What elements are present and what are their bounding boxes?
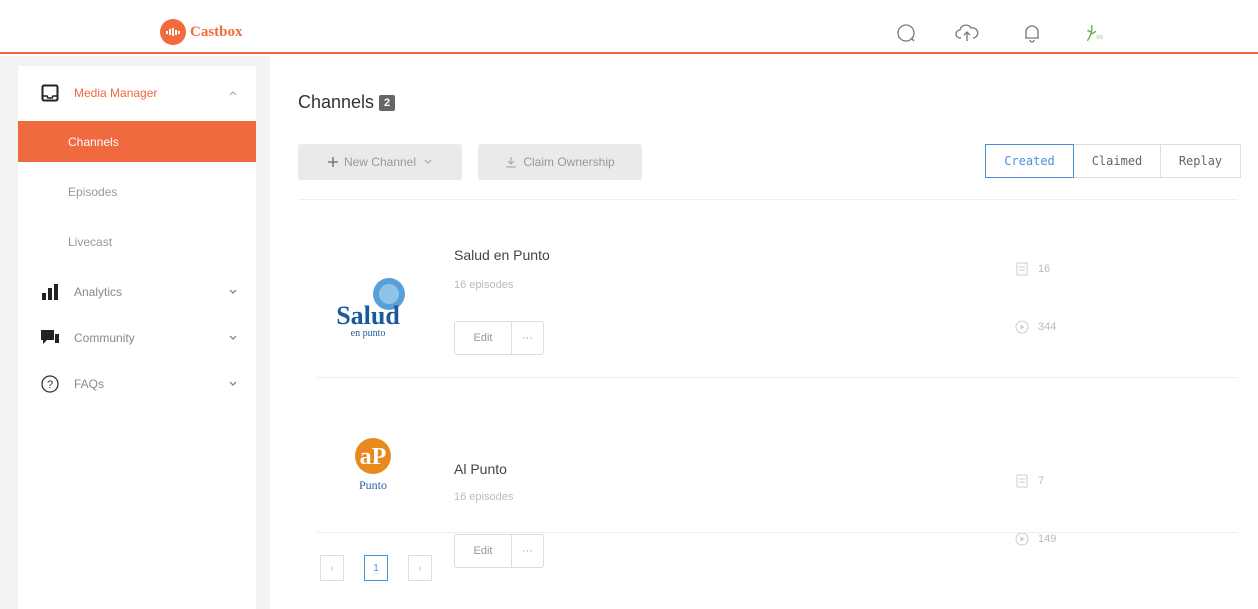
sidebar-section-label: Analytics	[74, 285, 123, 299]
channel-name[interactable]: Salud en Punto	[454, 247, 550, 263]
chevron-down-icon	[228, 333, 238, 343]
sidebar-item-channels[interactable]: Channels	[18, 121, 256, 162]
search-icon[interactable]	[894, 21, 918, 45]
edit-button[interactable]: Edit	[454, 321, 512, 355]
main-content: Channels 2 New Channel Claim Ownership C…	[270, 56, 1258, 609]
page-title: Channels 2	[298, 92, 396, 113]
pagination-next[interactable]: ›	[408, 555, 432, 581]
sidebar-item-label: Channels	[68, 134, 119, 149]
claim-ownership-label: Claim Ownership	[523, 155, 615, 169]
channel-row: aP Punto Al Punto 16 episodes Edit ··· 7…	[318, 384, 1218, 568]
avatar[interactable]: ≡≡	[1084, 21, 1108, 45]
episode-stat-value: 7	[1038, 475, 1045, 487]
svg-text:aP: aP	[360, 444, 387, 470]
play-stat-value: 149	[1038, 533, 1057, 545]
channel-cover[interactable]: Salud en punto	[318, 246, 418, 342]
caret-down-icon	[424, 159, 432, 164]
top-bar: Castbox ≡≡	[0, 0, 1258, 54]
bell-icon[interactable]	[1020, 21, 1044, 45]
brand-name: Castbox	[190, 23, 243, 40]
divider	[298, 199, 1238, 200]
episode-stat: 16	[1014, 260, 1050, 278]
pagination-prev[interactable]: ‹	[320, 555, 344, 581]
filter-label: Replay	[1178, 154, 1223, 168]
chevron-up-icon	[228, 88, 238, 98]
filter-claimed[interactable]: Claimed	[1073, 144, 1161, 178]
new-channel-button[interactable]: New Channel	[298, 144, 462, 180]
svg-text:Salud: Salud	[336, 301, 400, 330]
play-icon	[1014, 531, 1030, 547]
sidebar-section-label: Community	[74, 331, 135, 345]
play-stat: 344	[1014, 318, 1056, 336]
download-icon	[506, 157, 517, 168]
divider	[316, 532, 1238, 533]
play-stat-value: 344	[1038, 321, 1057, 333]
claim-ownership-button[interactable]: Claim Ownership	[478, 144, 642, 180]
svg-text:?: ?	[47, 379, 53, 391]
chevron-down-icon	[228, 287, 238, 297]
document-icon	[1014, 261, 1030, 277]
inbox-icon	[40, 83, 60, 103]
new-channel-label: New Channel	[343, 155, 417, 169]
sidebar-item-episodes[interactable]: Episodes	[18, 171, 256, 212]
svg-text:en punto: en punto	[351, 328, 386, 339]
svg-text:Punto: Punto	[359, 478, 387, 492]
channel-actions: Edit ···	[454, 321, 544, 355]
divider	[316, 377, 1238, 378]
episode-stat-value: 16	[1038, 263, 1051, 275]
sidebar-item-label: Livecast	[68, 234, 113, 249]
castbox-logo-icon	[160, 19, 186, 45]
sidebar-section-analytics[interactable]: Analytics	[18, 269, 256, 315]
channel-actions: Edit ···	[454, 534, 544, 568]
plus-icon	[327, 157, 338, 167]
sidebar-section-media-manager[interactable]: Media Manager	[18, 70, 256, 116]
sidebar-section-faqs[interactable]: ? FAQs	[18, 361, 256, 407]
filter-replay[interactable]: Replay	[1160, 144, 1241, 178]
episode-stat: 7	[1014, 472, 1044, 490]
more-options-button[interactable]: ···	[511, 534, 544, 568]
filter-label: Created	[1004, 154, 1055, 168]
sidebar-section-community[interactable]: Community	[18, 315, 256, 361]
pagination-page[interactable]: 1	[364, 555, 388, 581]
more-options-button[interactable]: ···	[511, 321, 544, 355]
page-title-text: Channels	[298, 92, 375, 112]
channel-episode-count: 16 episodes	[454, 491, 514, 503]
sidebar-item-label: Episodes	[68, 184, 118, 199]
chevron-down-icon	[228, 379, 238, 389]
svg-text:≡≡: ≡≡	[1096, 35, 1104, 41]
sidebar-section-label: Media Manager	[74, 86, 158, 100]
filter-created[interactable]: Created	[985, 144, 1074, 178]
chat-icon	[40, 328, 60, 348]
channel-episode-count: 16 episodes	[454, 279, 514, 291]
channel-row: Salud en punto Salud en Punto 16 episode…	[318, 226, 1218, 376]
channel-cover[interactable]: aP Punto	[318, 404, 418, 500]
castbox-logo[interactable]: Castbox	[160, 19, 243, 45]
sidebar-section-label: FAQs	[74, 377, 105, 391]
play-icon	[1014, 319, 1030, 335]
edit-button[interactable]: Edit	[454, 534, 512, 568]
question-icon: ?	[40, 374, 60, 394]
upload-icon[interactable]	[955, 21, 979, 45]
sidebar: Media Manager Channels Episodes Livecast…	[18, 66, 256, 609]
filter-label: Claimed	[1091, 154, 1143, 168]
channel-count-badge: 2	[379, 94, 396, 111]
bar-chart-icon	[40, 282, 60, 302]
document-icon	[1014, 473, 1030, 489]
sidebar-item-livecast[interactable]: Livecast	[18, 221, 256, 262]
channel-name[interactable]: Al Punto	[454, 461, 507, 477]
